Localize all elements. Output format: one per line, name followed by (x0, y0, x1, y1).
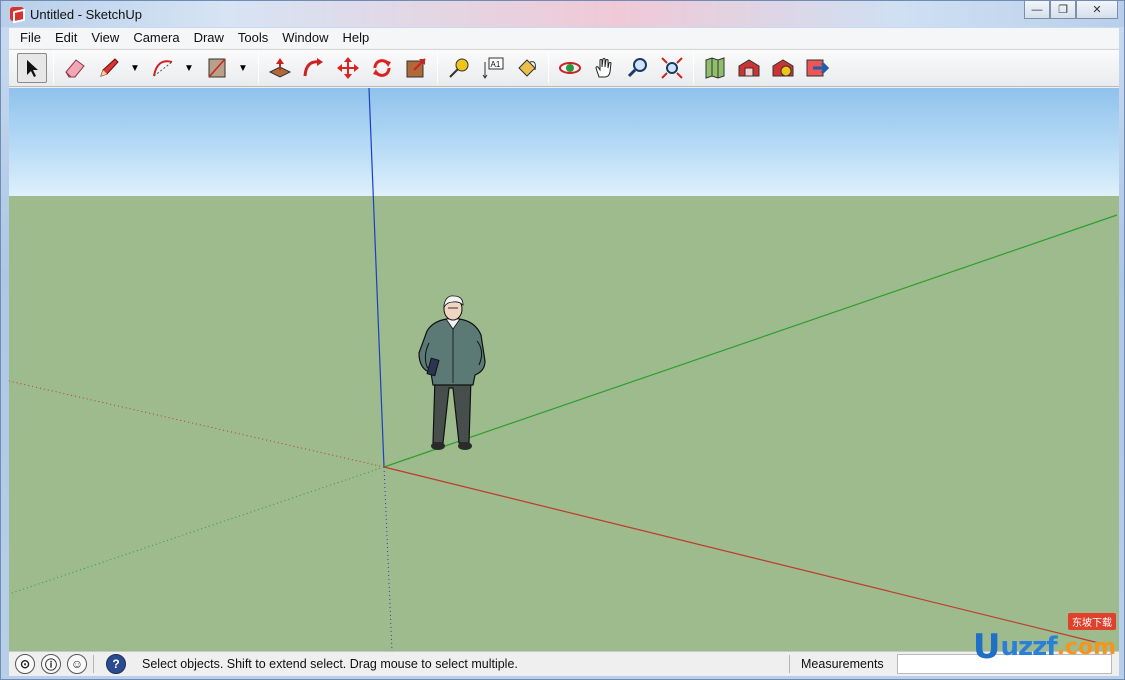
watermark-u: U (972, 627, 1001, 667)
3d-warehouse-tool-button[interactable] (734, 53, 764, 83)
paint-bucket-tool-button[interactable] (512, 53, 542, 83)
person-figure (418, 295, 486, 450)
menu-draw[interactable]: Draw (187, 28, 231, 48)
rotate-icon (373, 59, 391, 77)
follow-me-tool-button[interactable] (299, 53, 329, 83)
rotate-tool-button[interactable] (367, 53, 397, 83)
zoom-extents-icon (661, 57, 683, 79)
arc-icon (153, 60, 173, 77)
menu-view[interactable]: View (84, 28, 126, 48)
share-model-tool-button[interactable] (768, 53, 798, 83)
zoom-tool-button[interactable] (623, 53, 653, 83)
pan-tool-button[interactable] (589, 53, 619, 83)
scene-canvas (9, 88, 1118, 651)
sketchup-app-icon (10, 7, 24, 21)
pan-hand-icon (595, 58, 612, 78)
instructor-help-icon[interactable]: ? (106, 654, 126, 674)
scale-tool-button[interactable] (401, 53, 431, 83)
watermark-brand: uzzf (1000, 632, 1057, 662)
status-divider (93, 655, 94, 673)
toolbar-separator (53, 53, 54, 83)
pencil-icon (100, 58, 119, 77)
watermark-domain: .com (1056, 634, 1116, 660)
add-location-tool-button[interactable] (700, 53, 730, 83)
tape-measure-icon (449, 58, 469, 78)
window-controls: — ❐ ✕ (1024, 1, 1118, 19)
geo-location-icon[interactable]: ⊙ (15, 654, 35, 674)
extension-warehouse-tool-button[interactable] (802, 53, 832, 83)
extension-warehouse-icon (806, 59, 829, 77)
watermark-tag: 东坡下载 (1068, 613, 1116, 630)
menu-window[interactable]: Window (275, 28, 335, 48)
share-model-icon (772, 59, 794, 77)
measurements-label: Measurements (801, 657, 884, 671)
measurements-divider (789, 655, 790, 673)
eraser-tool-button[interactable] (60, 53, 90, 83)
push-pull-icon (268, 58, 292, 78)
red-axis-negative (9, 380, 385, 468)
move-tool-button[interactable] (333, 53, 363, 83)
toolbar-separator (437, 53, 438, 83)
title-bar: Untitled - SketchUp — ❐ ✕ (1, 1, 1124, 27)
scale-icon (406, 58, 426, 78)
modeling-viewport[interactable] (9, 88, 1119, 651)
arc-tool-button[interactable] (148, 53, 178, 83)
menu-camera[interactable]: Camera (126, 28, 186, 48)
menu-tools[interactable]: Tools (231, 28, 275, 48)
minimize-button[interactable]: — (1024, 1, 1050, 19)
getting-started-toolbar: ▼ ▼ ▼ A1 (9, 49, 1119, 87)
rectangle-icon (208, 58, 226, 78)
menu-file[interactable]: File (13, 28, 48, 48)
green-axis-negative (9, 466, 385, 595)
client-area: File Edit View Camera Draw Tools Window … (9, 28, 1119, 676)
window-title: Untitled - SketchUp (30, 6, 142, 22)
paint-bucket-icon (518, 59, 536, 77)
toolbar-separator (258, 53, 259, 83)
zoom-extents-tool-button[interactable] (657, 53, 687, 83)
arc-dropdown-caret[interactable]: ▼ (182, 53, 196, 83)
tape-measure-tool-button[interactable] (444, 53, 474, 83)
close-button[interactable]: ✕ (1076, 1, 1118, 19)
rectangle-tool-button[interactable] (202, 53, 232, 83)
maximize-button[interactable]: ❐ (1050, 1, 1076, 19)
user-account-icon[interactable]: ☺ (67, 654, 87, 674)
status-bar: ⊙ ⓘ ☺ ? Select objects. Shift to extend … (9, 651, 1119, 676)
orbit-icon (559, 62, 581, 74)
toolbar-separator (693, 53, 694, 83)
credits-icon[interactable]: ⓘ (41, 654, 61, 674)
uzzf-watermark-logo: U uzzf .com 东坡下载 (972, 613, 1116, 667)
svg-text:A1: A1 (491, 60, 501, 69)
warehouse-icon (738, 59, 760, 77)
add-location-map-icon (705, 57, 725, 79)
eraser-icon (65, 59, 85, 78)
text-label-icon: A1 (482, 57, 504, 79)
green-axis-positive (383, 214, 1118, 468)
follow-me-icon (303, 58, 323, 77)
red-axis-positive (383, 466, 1100, 644)
pencil-dropdown-caret[interactable]: ▼ (128, 53, 142, 83)
menu-edit[interactable]: Edit (48, 28, 84, 48)
toolbar-separator (548, 53, 549, 83)
pencil-tool-button[interactable] (94, 53, 124, 83)
status-message: Select objects. Shift to extend select. … (142, 657, 518, 671)
select-arrow-icon (27, 60, 38, 77)
orbit-tool-button[interactable] (555, 53, 585, 83)
text-tool-button[interactable]: A1 (478, 53, 508, 83)
push-pull-tool-button[interactable] (265, 53, 295, 83)
rectangle-dropdown-caret[interactable]: ▼ (236, 53, 250, 83)
select-tool-button[interactable] (17, 53, 47, 83)
move-icon (337, 57, 359, 79)
blue-axis-negative (383, 466, 393, 651)
zoom-magnifier-icon (627, 58, 647, 78)
app-window: Untitled - SketchUp — ❐ ✕ File Edit View… (0, 0, 1125, 680)
blue-axis-positive (368, 88, 385, 468)
menu-help[interactable]: Help (336, 28, 377, 48)
menu-bar: File Edit View Camera Draw Tools Window … (9, 28, 1119, 48)
